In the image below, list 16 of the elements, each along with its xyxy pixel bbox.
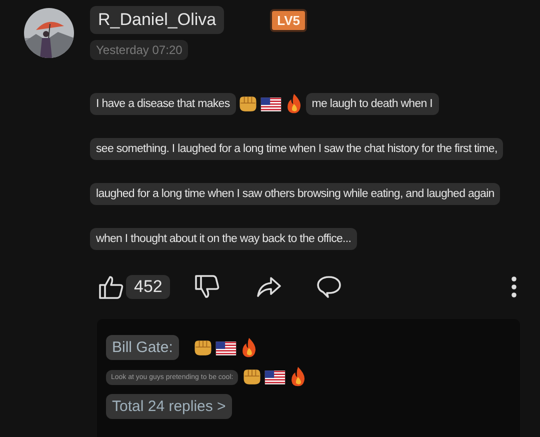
share-icon[interactable] (256, 274, 282, 300)
comment-text: when I thought about it on the way back to the office... (90, 228, 358, 250)
username[interactable]: R_Daniel_Oliva (90, 6, 224, 34)
comment-icon[interactable] (316, 274, 342, 300)
comment-text: laughed for a long time when I saw others browsing while eating, and laughed again (90, 183, 500, 205)
thumbs-up-icon[interactable] (98, 274, 124, 300)
more-options-icon[interactable] (511, 276, 518, 298)
reply-author[interactable]: Bill Gate: (106, 335, 179, 360)
thumbs-down-icon[interactable] (194, 274, 220, 300)
like-count: 452 (126, 275, 170, 299)
level-badge: LV5 (270, 8, 308, 32)
comment-text: see something. I laughed for a long time when I saw the chat history for the first time, (90, 138, 504, 160)
timestamp: Yesterday 07:20 (90, 40, 188, 60)
comment-text: I have a disease that makes (90, 93, 236, 115)
view-replies-link[interactable]: Total 24 replies > (106, 394, 232, 419)
comment-text: me laugh to death when I (306, 93, 438, 115)
